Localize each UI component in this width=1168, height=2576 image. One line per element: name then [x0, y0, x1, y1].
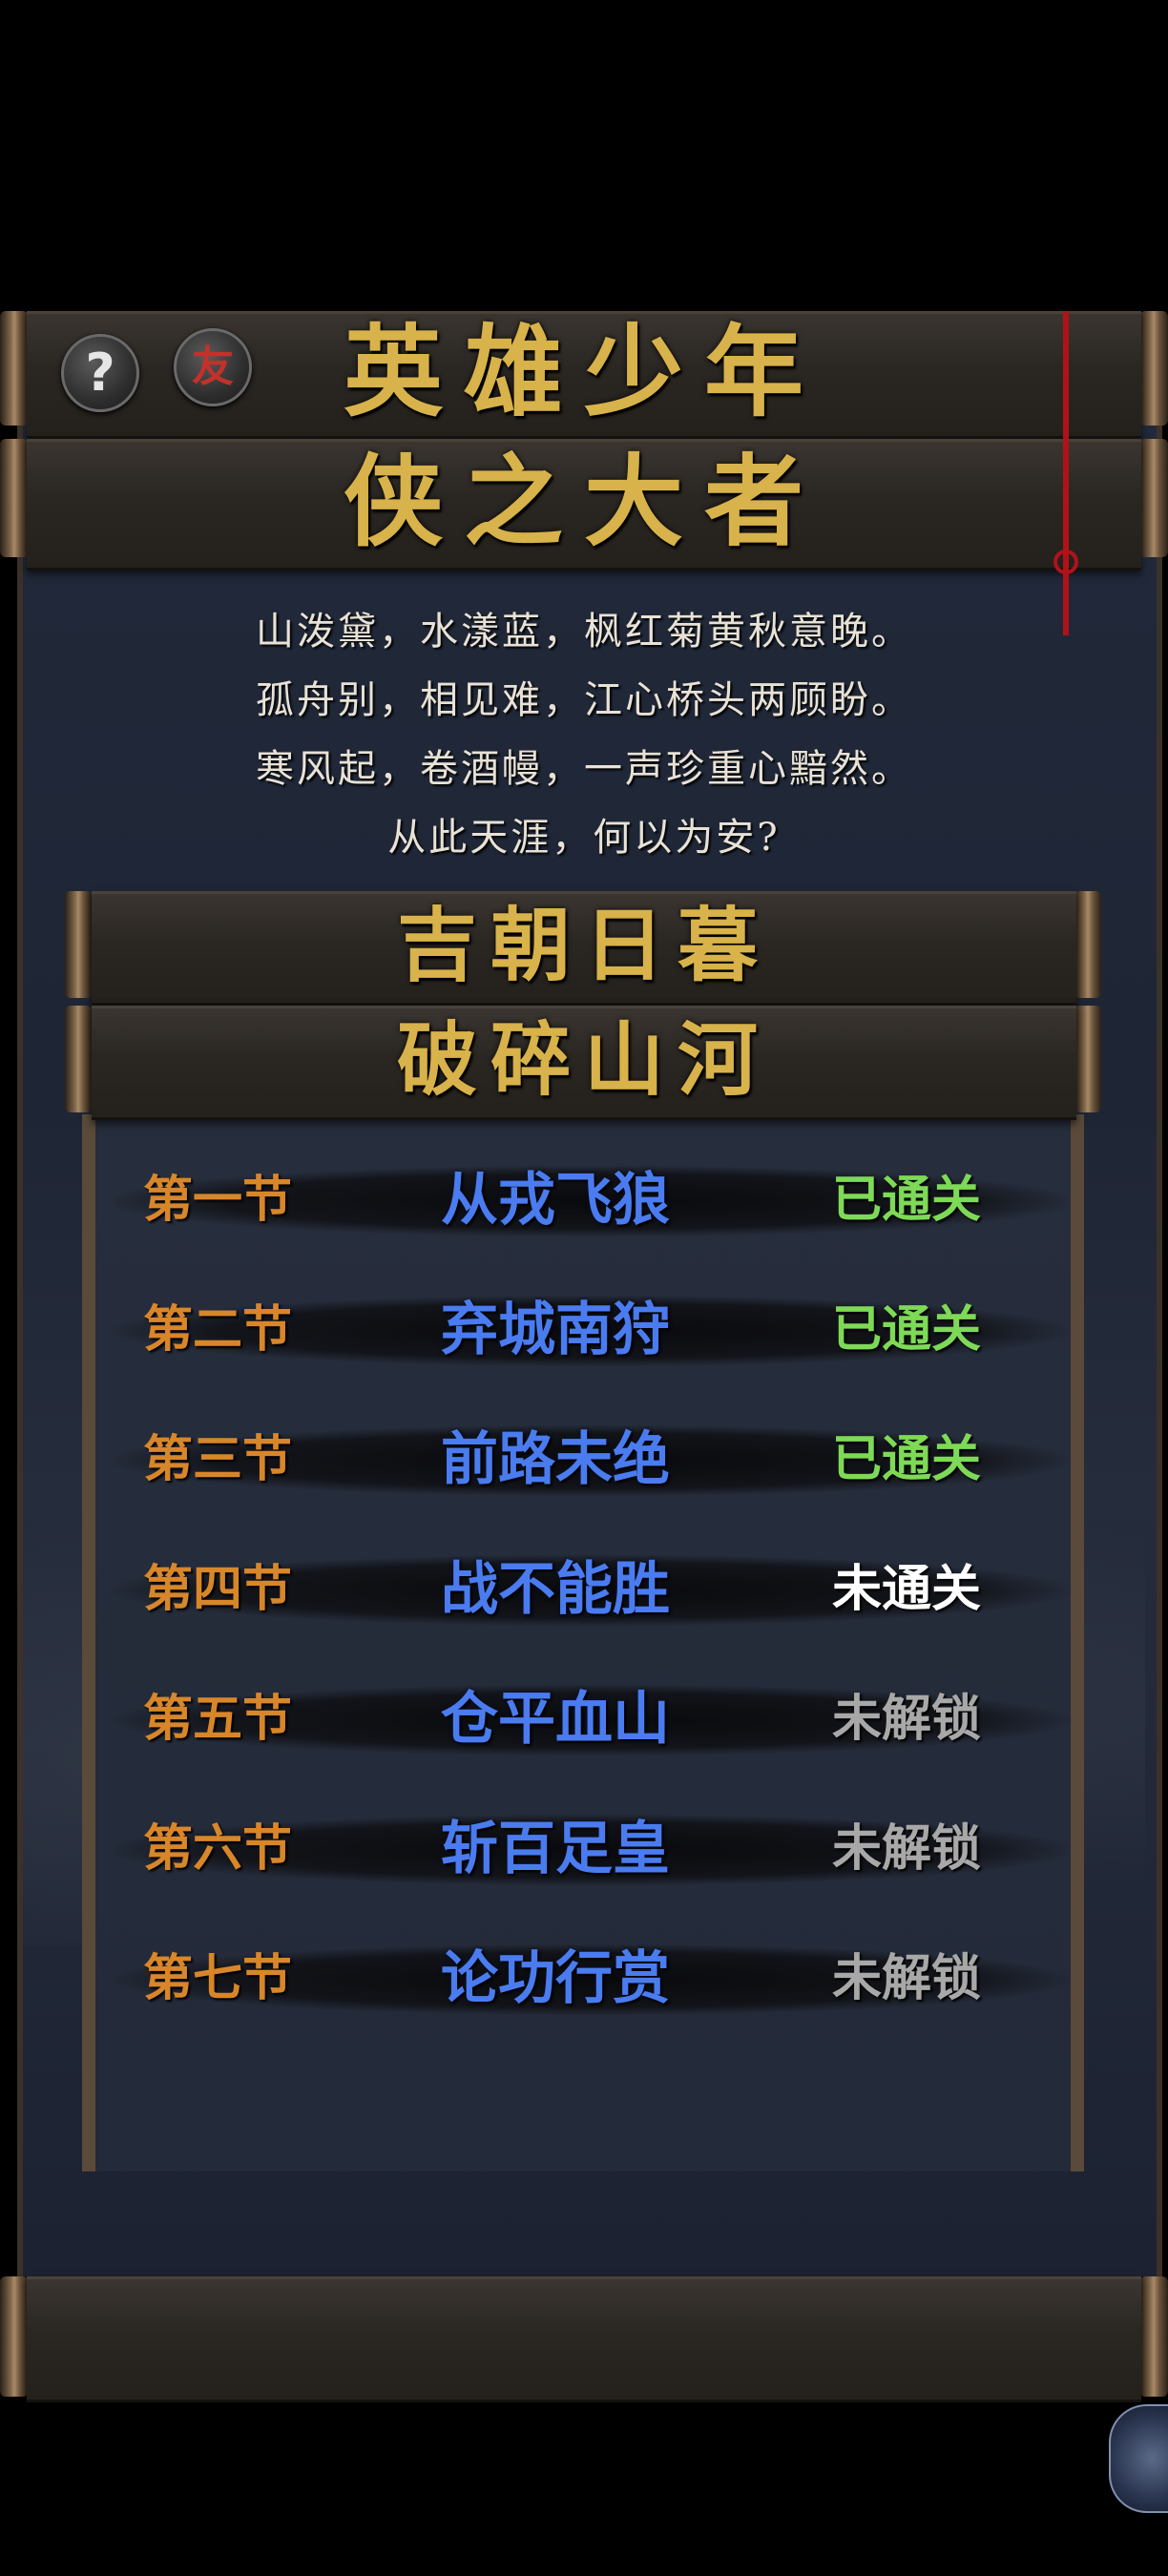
section-row[interactable]: 第二节 弃城南狩 已通关 [115, 1284, 1069, 1376]
poem-line: 山泼黛，水漾蓝，枫红菊黄秋意晚。 [256, 610, 912, 654]
red-tassel-knot-icon [1053, 550, 1078, 574]
floating-menu-icon[interactable] [1109, 2404, 1168, 2513]
poem-line: 孤舟别，相见难，江心桥头两顾盼。 [256, 678, 912, 722]
help-icon[interactable]: ? [61, 334, 139, 412]
chapter-title-line2: 破碎山河 [396, 1012, 771, 1107]
red-tassel-cord [1063, 311, 1069, 635]
section-row[interactable]: 第七节 论功行赏 未解锁 [115, 1933, 1069, 2025]
section-number: 第一节 [143, 1172, 293, 1229]
chapter-rod-left-2 [65, 1006, 92, 1112]
section-number: 第六节 [143, 1820, 293, 1878]
friend-icon[interactable]: 友 [174, 328, 252, 406]
chapter-rod-right-2 [1074, 1006, 1101, 1112]
section-name: 前路未绝 [441, 1426, 670, 1493]
bottom-rod-left [0, 2276, 29, 2397]
section-status: 已通关 [832, 1172, 982, 1229]
section-number: 第五节 [143, 1691, 293, 1748]
section-row[interactable]: 第六节 斩百足皇 未解锁 [115, 1803, 1069, 1895]
bottom-bar [27, 2276, 1141, 2402]
scroll-rod-left-2 [0, 439, 29, 557]
scroll-rod-right [1139, 311, 1168, 426]
section-status: 未通关 [832, 1561, 982, 1618]
section-number: 第七节 [143, 1950, 293, 2007]
bottom-rod-right [1139, 2276, 1168, 2397]
section-name: 论功行赏 [441, 1945, 670, 2012]
poem-line: 寒风起，卷酒幔，一声珍重心黯然。 [256, 747, 912, 791]
section-row[interactable]: 第四节 战不能胜 未通关 [115, 1544, 1069, 1635]
chapter-rod-left [65, 891, 92, 998]
section-name: 弃城南狩 [441, 1297, 670, 1363]
section-number: 第二节 [143, 1301, 293, 1359]
section-name: 战不能胜 [441, 1556, 670, 1623]
chapter-title-line1: 吉朝日暮 [396, 898, 771, 992]
section-status: 已通关 [832, 1301, 982, 1359]
chapter-rod-right [1074, 891, 1101, 998]
section-status: 未解锁 [832, 1950, 982, 2007]
section-status: 已通关 [832, 1431, 982, 1488]
section-number: 第三节 [143, 1431, 293, 1488]
section-row[interactable]: 第五节 仓平血山 未解锁 [115, 1673, 1069, 1765]
poem-line: 从此天涯，何以为安? [387, 816, 781, 860]
section-status: 未解锁 [832, 1691, 982, 1748]
main-title-line2: 侠之大者 [343, 443, 824, 560]
section-name: 仓平血山 [441, 1686, 670, 1753]
scroll-rod-left [0, 311, 29, 426]
section-row[interactable]: 第三节 前路未绝 已通关 [115, 1414, 1069, 1506]
section-status: 未解锁 [832, 1820, 982, 1878]
section-number: 第四节 [143, 1561, 293, 1618]
section-name: 斩百足皇 [441, 1816, 670, 1882]
poem-block: 山泼黛，水漾蓝，枫红菊黄秋意晚。 孤舟别，相见难，江心桥头两顾盼。 寒风起，卷酒… [57, 597, 1111, 872]
section-row[interactable]: 第一节 从戎飞狼 已通关 [115, 1154, 1069, 1246]
scroll-rod-right-2 [1139, 439, 1168, 557]
section-name: 从戎飞狼 [441, 1167, 670, 1234]
